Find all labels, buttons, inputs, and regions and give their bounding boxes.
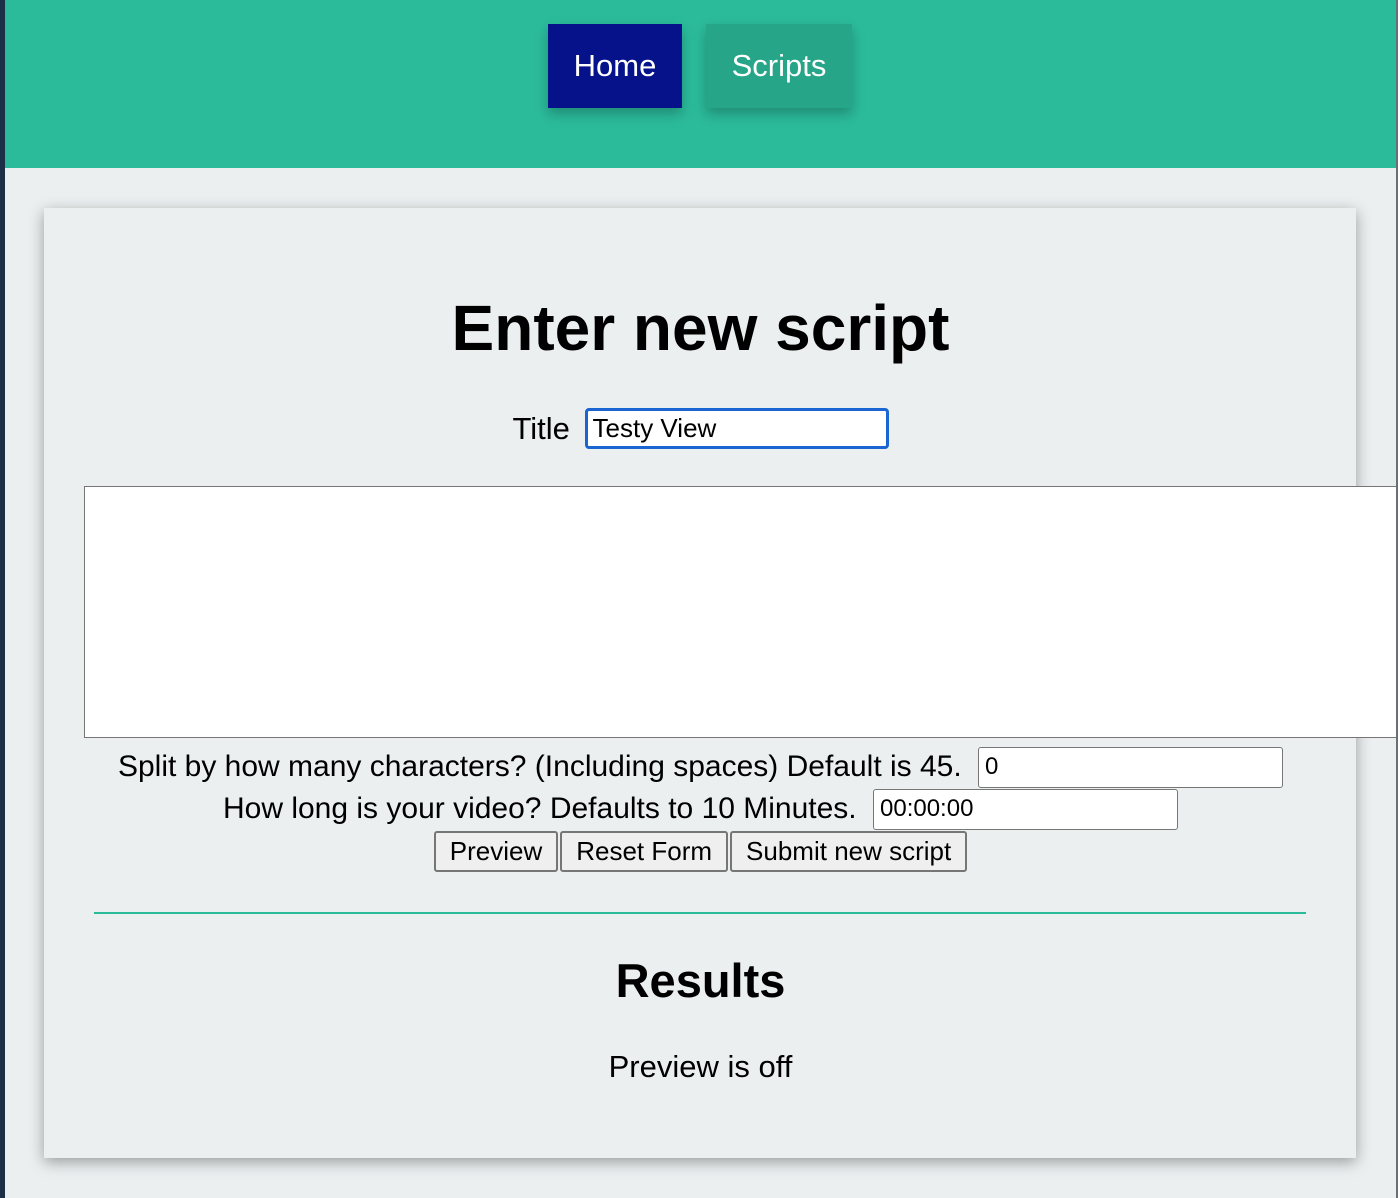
preview-button[interactable]: Preview <box>433 831 559 872</box>
page-title: Enter new script <box>451 292 950 364</box>
split-characters-input[interactable] <box>978 746 1284 788</box>
results-heading: Results <box>615 954 786 1007</box>
submit-script-button[interactable]: Submit new script <box>730 831 968 872</box>
section-divider <box>94 912 1306 914</box>
title-input[interactable] <box>584 408 889 450</box>
top-nav-bar: Home Scripts <box>5 0 1396 168</box>
video-length-label: How long is your video? Defaults to 10 M… <box>222 792 857 826</box>
split-label: Split by how many characters? (Including… <box>117 750 962 784</box>
browser-viewport: Home Scripts Enter new script Title Spli… <box>5 0 1396 1198</box>
video-length-row: How long is your video? Defaults to 10 M… <box>5 787 1396 830</box>
title-label: Title <box>512 410 570 446</box>
title-field-row: Title <box>5 405 1396 451</box>
video-length-input[interactable] <box>873 788 1178 830</box>
nav-scripts-button[interactable]: Scripts <box>706 24 852 108</box>
form-actions: Preview Reset Form Submit new script <box>5 831 1396 872</box>
split-field-row: Split by how many characters? (Including… <box>5 745 1396 788</box>
nav-home-button[interactable]: Home <box>548 24 682 108</box>
preview-status-text: Preview is off <box>608 1049 793 1084</box>
reset-form-button[interactable]: Reset Form <box>560 831 729 872</box>
script-textarea[interactable] <box>84 486 1396 738</box>
